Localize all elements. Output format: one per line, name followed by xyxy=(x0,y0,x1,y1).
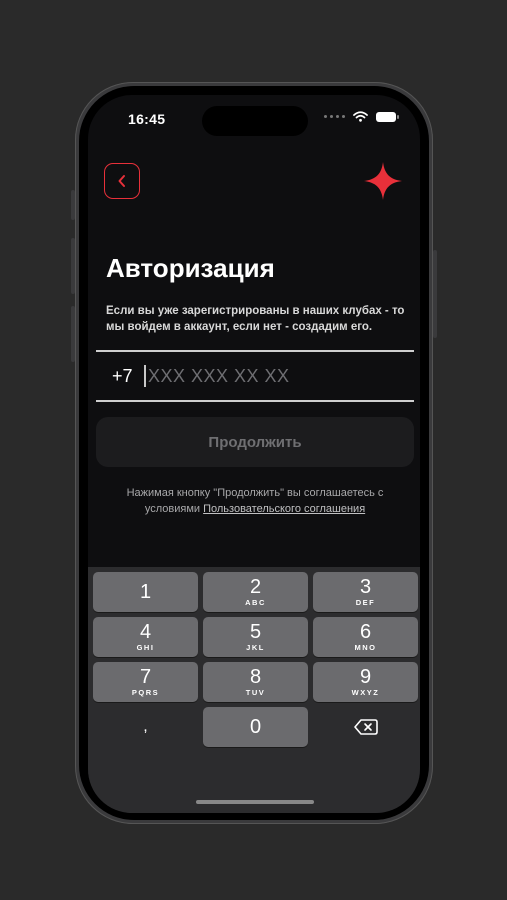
key-9[interactable]: 9 WXYZ xyxy=(313,662,418,702)
key-letters: DEF xyxy=(355,598,376,607)
page-title: Авторизация xyxy=(106,253,275,283)
key-digit: , xyxy=(143,718,148,735)
volume-down-button xyxy=(71,306,75,362)
back-button[interactable] xyxy=(104,163,140,199)
terms-notice: Нажимая кнопку "Продолжить" вы соглашает… xyxy=(108,485,402,517)
key-2[interactable]: 2 ABC xyxy=(203,572,308,612)
key-letters: MNO xyxy=(354,643,377,652)
key-digit: 0 xyxy=(249,716,262,738)
home-indicator[interactable] xyxy=(196,800,314,804)
phone-input[interactable]: +7 XXX XXX XX XX xyxy=(96,350,414,402)
key-6[interactable]: 6 MNO xyxy=(313,617,418,657)
key-digit: 5 xyxy=(249,621,262,643)
battery-icon xyxy=(376,111,399,122)
status-time: 16:45 xyxy=(128,111,166,127)
key-letters: GHI xyxy=(136,643,155,652)
key-letters: ABC xyxy=(245,598,266,607)
key-3[interactable]: 3 DEF xyxy=(313,572,418,612)
key-7[interactable]: 7 PQRS xyxy=(93,662,198,702)
backspace-icon xyxy=(353,719,378,735)
wifi-icon xyxy=(353,111,368,122)
key-digit: 1 xyxy=(139,581,152,603)
signal-icon xyxy=(324,115,345,118)
key-digit: 9 xyxy=(359,666,372,688)
key-1[interactable]: 1 xyxy=(93,572,198,612)
text-cursor xyxy=(144,365,146,387)
mute-switch xyxy=(71,190,75,220)
star-icon xyxy=(364,162,402,200)
key-0[interactable]: 0 xyxy=(203,707,308,747)
status-bar: 16:45 xyxy=(88,95,420,145)
key-digit: 7 xyxy=(139,666,152,688)
app-screen: 16:45 Авторизация Если вы уже зарегистри… xyxy=(88,95,420,813)
delete-key[interactable] xyxy=(313,707,418,747)
key-8[interactable]: 8 TUV xyxy=(203,662,308,702)
key-letters: JKL xyxy=(246,643,265,652)
volume-up-button xyxy=(71,238,75,294)
key-letters: WXYZ xyxy=(351,688,380,697)
key-4[interactable]: 4 GHI xyxy=(93,617,198,657)
status-icons xyxy=(324,111,399,122)
key-comma[interactable]: , xyxy=(93,707,198,747)
continue-button[interactable]: Продолжить xyxy=(96,417,414,467)
dynamic-island xyxy=(202,106,308,136)
terms-link[interactable]: Пользовательского соглашения xyxy=(203,503,365,515)
key-digit: 8 xyxy=(249,666,262,688)
key-digit: 3 xyxy=(359,576,372,598)
key-digit: 4 xyxy=(139,621,152,643)
numeric-keypad: 1 2 ABC 3 DEF 4 GHI 5 JKL 6 MNO 7 PQRS 8… xyxy=(88,567,420,813)
key-digit: 2 xyxy=(249,576,262,598)
phone-prefix: +7 xyxy=(112,366,133,386)
key-digit: 6 xyxy=(359,621,372,643)
key-5[interactable]: 5 JKL xyxy=(203,617,308,657)
phone-placeholder: XXX XXX XX XX xyxy=(148,366,290,386)
chevron-left-icon xyxy=(118,175,125,187)
key-letters: TUV xyxy=(245,688,266,697)
auth-description: Если вы уже зарегистрированы в наших клу… xyxy=(106,305,405,333)
key-letters: PQRS xyxy=(131,688,160,697)
power-button xyxy=(433,250,437,338)
